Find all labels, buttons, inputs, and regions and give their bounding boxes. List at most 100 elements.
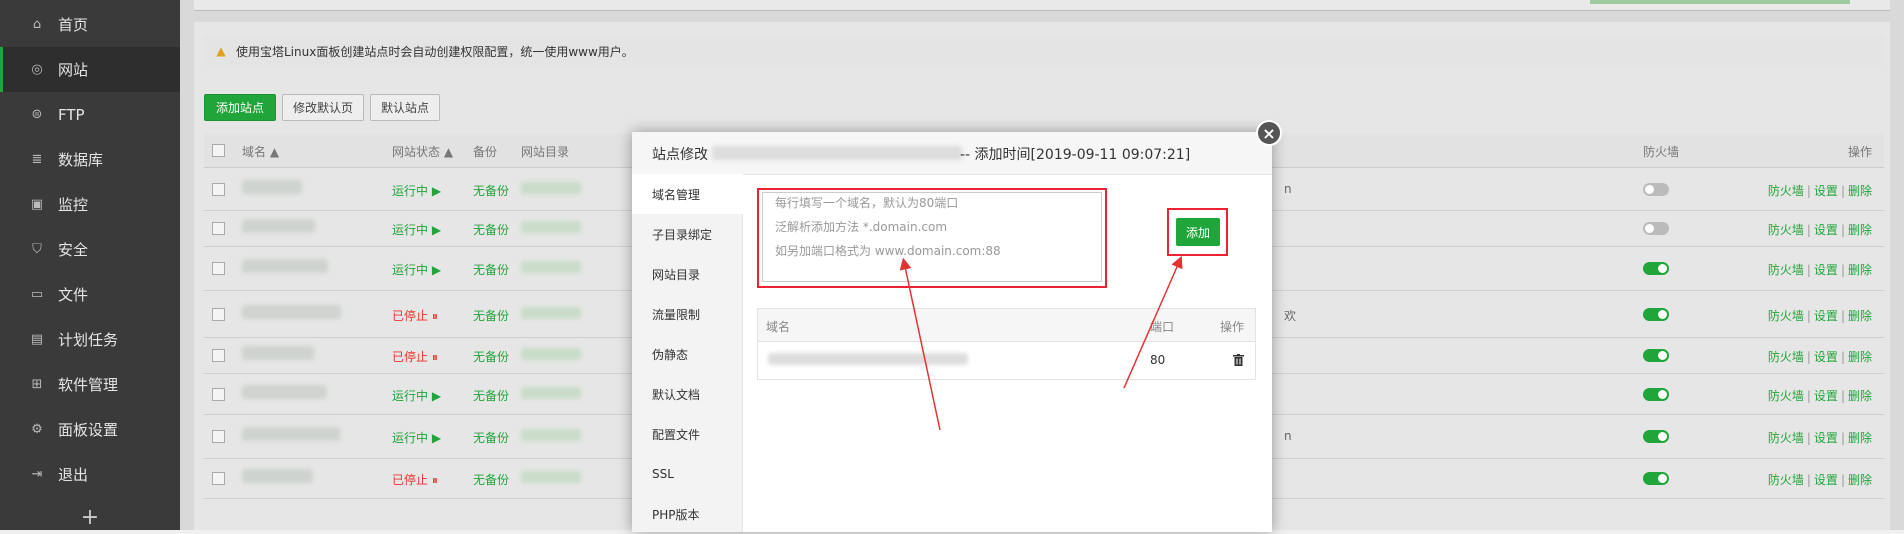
firewall-toggle[interactable] [1643,430,1669,443]
settings-link[interactable]: 设置 [1814,184,1838,198]
settings-link[interactable]: 设置 [1814,263,1838,277]
ops-separator: | [1806,473,1811,487]
edit-default-page-button[interactable]: 修改默认页 [282,94,364,121]
row-checkbox[interactable] [212,388,225,401]
col-status[interactable]: 网站状态 ▲ [392,143,453,160]
settings-link[interactable]: 设置 [1814,473,1838,487]
firewall-link[interactable]: 防火墙 [1768,389,1804,403]
site-edit-dialog: 站点修改 -- 添加时间[2019-09-11 09:07:21] 域名管理 子目… [632,132,1272,532]
default-site-button[interactable]: 默认站点 [370,94,440,121]
row-checkbox[interactable] [212,472,225,485]
firewall-link[interactable]: 防火墙 [1768,263,1804,277]
settings-link[interactable]: 设置 [1814,389,1838,403]
delete-link[interactable]: 删除 [1848,389,1872,403]
blurred-dir [521,348,581,360]
backup-link[interactable]: 无备份 [473,307,509,324]
backup-link[interactable]: 无备份 [473,348,509,365]
sidebar-item-7[interactable]: ▤ 计划任务 [0,317,180,362]
monitor-icon: ▣ [30,197,44,212]
firewall-toggle[interactable] [1643,262,1669,275]
delete-link[interactable]: 删除 [1848,184,1872,198]
firewall-link[interactable]: 防火墙 [1768,184,1804,198]
close-icon[interactable]: × [1256,120,1282,146]
row-ops: 防火墙 | 设置 | 删除 [1768,182,1872,199]
firewall-toggle[interactable] [1643,349,1669,362]
firewall-toggle[interactable] [1643,472,1669,485]
row-checkbox[interactable] [212,349,225,362]
dialog-menu-item[interactable]: 流量限制 [632,294,742,334]
sidebar-item-4[interactable]: ▣ 监控 [0,182,180,227]
sidebar-item-5[interactable]: ⛉ 安全 [0,227,180,272]
row-checkbox[interactable] [212,262,225,275]
settings-link[interactable]: 设置 [1814,431,1838,445]
status-toggle[interactable]: 已停止 ⏸ [392,307,438,324]
ops-separator: | [1806,389,1811,403]
sidebar-item-8[interactable]: ⊞ 软件管理 [0,362,180,407]
partial-text: 欢 [1284,309,1297,323]
row-checkbox[interactable] [212,430,225,443]
annotation-box-add [1167,208,1228,256]
row-checkbox[interactable] [212,183,225,196]
settings-link[interactable]: 设置 [1814,350,1838,364]
status-toggle[interactable]: 运行中 ▶ [392,387,441,404]
sidebar-item-10[interactable]: ⇥ 退出 [0,452,180,497]
status-toggle[interactable]: 已停止 ⏸ [392,348,438,365]
ops-separator: | [1840,309,1845,323]
row-checkbox[interactable] [212,222,225,235]
database-icon: ≣ [31,152,43,167]
backup-link[interactable]: 无备份 [473,387,509,404]
sidebar-item-2[interactable]: ⊜ FTP [0,92,180,137]
delete-link[interactable]: 删除 [1848,431,1872,445]
notice-text: 使用宝塔Linux面板创建站点时会自动创建权限配置，统一使用www用户。 [236,44,634,59]
firewall-link[interactable]: 防火墙 [1768,223,1804,237]
delete-link[interactable]: 删除 [1848,473,1872,487]
firewall-toggle[interactable] [1643,388,1669,401]
delete-link[interactable]: 删除 [1848,309,1872,323]
backup-link[interactable]: 无备份 [473,182,509,199]
status-toggle[interactable]: 运行中 ▶ [392,429,441,446]
sidebar-item-3[interactable]: ≣ 数据库 [0,137,180,182]
dialog-menu-item[interactable]: 默认文档 [632,374,742,414]
delete-link[interactable]: 删除 [1848,223,1872,237]
row-checkbox[interactable] [212,308,225,321]
backup-link[interactable]: 无备份 [473,429,509,446]
status-toggle[interactable]: 运行中 ▶ [392,221,441,238]
col-domain[interactable]: 域名 ▲ [242,143,279,160]
sidebar-item-0[interactable]: ⌂ 首页 [0,2,180,47]
firewall-link[interactable]: 防火墙 [1768,309,1804,323]
firewall-link[interactable]: 防火墙 [1768,431,1804,445]
settings-link[interactable]: 设置 [1814,309,1838,323]
dialog-menu-item[interactable]: 网站目录 [632,254,742,294]
firewall-link[interactable]: 防火墙 [1768,350,1804,364]
sidebar-item-1[interactable]: ◎ 网站 [0,47,180,92]
backup-link[interactable]: 无备份 [473,261,509,278]
dialog-menu-item[interactable]: 配置文件 [632,414,742,454]
select-all-checkbox[interactable] [212,144,225,157]
firewall-link[interactable]: 防火墙 [1768,473,1804,487]
dialog-menu-item[interactable]: 伪静态 [632,334,742,374]
status-toggle[interactable]: 运行中 ▶ [392,182,441,199]
sidebar-item-9[interactable]: ⚙ 面板设置 [0,407,180,452]
firewall-toggle[interactable] [1643,183,1669,196]
backup-link[interactable]: 无备份 [473,471,509,488]
settings-link[interactable]: 设置 [1814,223,1838,237]
delete-link[interactable]: 删除 [1848,263,1872,277]
firewall-toggle[interactable] [1643,222,1669,235]
dialog-menu-item[interactable]: 子目录绑定 [632,214,742,254]
sidebar-item-6[interactable]: ▭ 文件 [0,272,180,317]
add-site-button[interactable]: 添加站点 [204,94,276,121]
firewall-toggle[interactable] [1643,308,1669,321]
dialog-menu-item[interactable]: SSL [632,454,742,494]
status-toggle[interactable]: 已停止 ⏸ [392,471,438,488]
status-toggle[interactable]: 运行中 ▶ [392,261,441,278]
add-nav-button[interactable]: + [0,505,180,530]
delete-link[interactable]: 删除 [1848,350,1872,364]
ops-separator: | [1806,184,1811,198]
dialog-menu-item[interactable]: 域名管理 [632,174,743,214]
dialog-menu-item[interactable]: PHP版本 [632,494,742,534]
row-ops: 防火墙 | 设置 | 删除 [1768,471,1872,488]
backup-link[interactable]: 无备份 [473,221,509,238]
blurred-domain [242,180,302,194]
trash-icon[interactable] [1233,354,1244,366]
port-header: 端口 [1150,320,1175,334]
